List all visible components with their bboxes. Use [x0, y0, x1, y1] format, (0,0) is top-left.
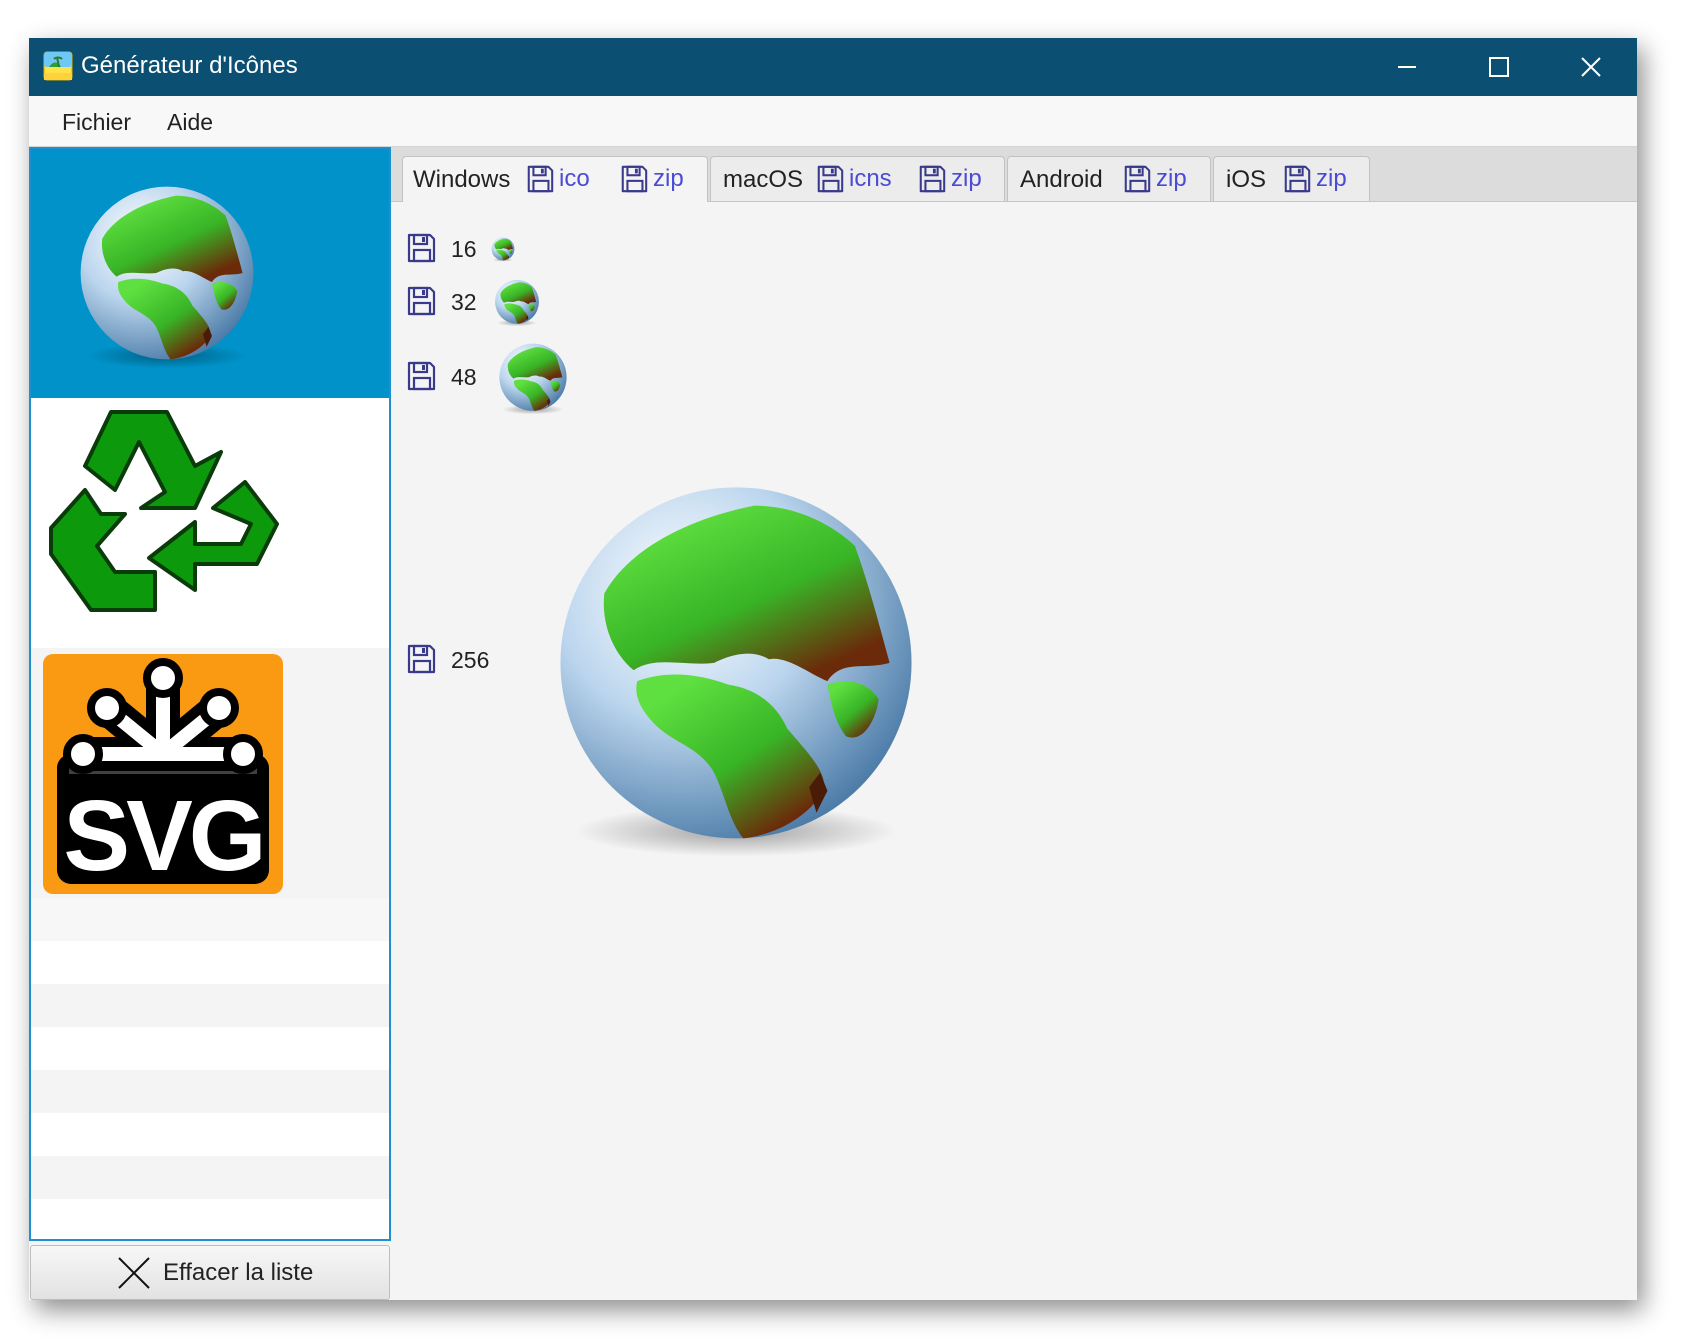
floppy-disk-icon — [525, 164, 555, 194]
save-ico-button[interactable]: ico — [525, 163, 590, 195]
floppy-disk-icon[interactable] — [405, 360, 437, 392]
file-list[interactable]: SVG — [29, 147, 391, 1241]
tab-label: Android — [1020, 166, 1103, 193]
save-zip-button[interactable]: zip — [917, 163, 982, 195]
app-icon — [43, 51, 73, 81]
floppy-disk-icon — [1282, 164, 1312, 194]
x-icon — [118, 1257, 150, 1289]
size-label: 256 — [451, 647, 490, 673]
window-title: Générateur d'Icônes — [81, 52, 298, 79]
list-empty-row — [31, 898, 389, 941]
list-empty-row — [31, 1070, 389, 1113]
list-item-recycle[interactable] — [31, 398, 389, 648]
menu-aide[interactable]: Aide — [167, 109, 213, 136]
tab-ios[interactable]: iOS zip — [1213, 156, 1370, 201]
recycle-icon — [49, 410, 279, 612]
save-icns-label: icns — [849, 165, 892, 192]
title-bar[interactable]: Générateur d'Icônes — [29, 38, 1637, 96]
maximize-icon — [1489, 57, 1509, 77]
globe-icon — [491, 237, 515, 262]
list-empty-row — [31, 1156, 389, 1199]
globe-icon — [494, 279, 540, 327]
floppy-disk-icon — [917, 164, 947, 194]
list-empty-row — [31, 1199, 389, 1239]
floppy-disk-icon — [619, 164, 649, 194]
size-label: 16 — [451, 236, 477, 262]
list-empty-row — [31, 1027, 389, 1070]
close-button[interactable] — [1545, 38, 1637, 96]
save-zip-label: zip — [1156, 165, 1187, 192]
svg-text:SVG: SVG — [63, 780, 262, 892]
save-icns-button[interactable]: icns — [815, 163, 892, 195]
floppy-disk-icon[interactable] — [405, 285, 437, 317]
app-window: Générateur d'Icônes Fichier Aide SVG Eff… — [29, 38, 1637, 1300]
list-item-globe[interactable] — [31, 149, 389, 398]
maximize-button[interactable] — [1453, 38, 1545, 96]
floppy-disk-icon[interactable] — [405, 232, 437, 264]
save-zip-button[interactable]: zip — [1122, 163, 1187, 195]
menu-fichier[interactable]: Fichier — [62, 109, 131, 136]
save-ico-label: ico — [559, 165, 590, 192]
clear-list-button[interactable]: Effacer la liste — [30, 1245, 390, 1300]
tab-label: macOS — [723, 166, 804, 193]
save-zip-label: zip — [951, 165, 982, 192]
size-preview-panel: 16 32 48 256 — [391, 202, 1637, 1300]
svg-logo-icon: SVG — [43, 654, 283, 894]
menu-bar: Fichier Aide — [29, 96, 1637, 147]
size-label: 32 — [451, 289, 477, 315]
list-empty-row — [31, 941, 389, 984]
size-label: 48 — [451, 364, 477, 390]
save-zip-button[interactable]: zip — [1282, 163, 1347, 195]
tab-windows[interactable]: Windows ico zip — [402, 156, 708, 202]
tab-label: iOS — [1226, 166, 1267, 193]
list-item-svg-logo[interactable]: SVG — [31, 648, 389, 898]
clear-list-label: Effacer la liste — [163, 1259, 314, 1286]
close-icon — [1581, 57, 1601, 77]
list-empty-row — [31, 984, 389, 1027]
list-empty-row — [31, 1113, 389, 1156]
save-zip-label: zip — [653, 165, 684, 192]
save-zip-button[interactable]: zip — [619, 163, 684, 195]
floppy-disk-icon[interactable] — [405, 643, 437, 675]
minimize-button[interactable] — [1361, 38, 1453, 96]
minimize-icon — [1398, 66, 1416, 68]
platform-tabs: Windows ico zip macOS icns zip Android z… — [391, 147, 1637, 202]
tab-label: Windows — [413, 166, 511, 193]
floppy-disk-icon — [1122, 164, 1152, 194]
save-zip-label: zip — [1316, 165, 1347, 192]
globe-icon — [553, 480, 919, 864]
floppy-disk-icon — [815, 164, 845, 194]
tab-macos[interactable]: macOS icns zip — [710, 156, 1005, 201]
tab-android[interactable]: Android zip — [1007, 156, 1211, 201]
globe-icon — [77, 183, 257, 372]
globe-icon — [498, 342, 568, 416]
